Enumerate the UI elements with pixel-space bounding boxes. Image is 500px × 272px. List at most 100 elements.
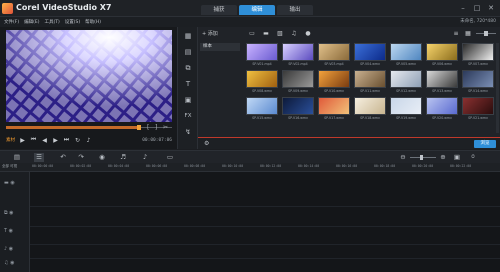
media-thumbnail[interactable]: SP-V17.wmv (317, 97, 351, 122)
media-thumbnail[interactable]: SP-V04.wmv (353, 43, 387, 68)
workspace-tabs: 捕获 编辑 输出 (201, 5, 313, 15)
media-thumbnail[interactable]: SP-V09.wmv (281, 70, 315, 95)
end-icon[interactable]: ⏭ (63, 136, 70, 144)
show-photo-icon[interactable]: ▧ (276, 30, 284, 37)
previous-frame-icon[interactable]: ◀ (41, 137, 48, 144)
media-thumbnail[interactable]: SP-V11.wmv (353, 70, 387, 95)
overlay-track-icon[interactable]: ⧉ ◉ (4, 210, 26, 220)
media-thumbnail[interactable]: SP-V03.mp4 (317, 43, 351, 68)
playback-controls: 素材 ▶ ⏮ ◀ ▶ ⏭ ↻ ♪ 00:00:07:06 (6, 135, 172, 145)
all-tracks-label: 全部 可视 (2, 164, 18, 168)
import-folder-icon[interactable]: ▭ (248, 30, 256, 37)
show-video-icon[interactable]: ▬ (262, 30, 270, 37)
storyboard-view-icon[interactable]: ▤ (12, 153, 22, 162)
play-icon[interactable]: ▶ (19, 137, 26, 144)
timeline-zoom-knob[interactable] (420, 155, 423, 160)
media-thumbnail[interactable]: SP-V18.wmv (353, 97, 387, 122)
sound-mixer-icon[interactable]: ♬ (118, 153, 128, 162)
media-thumbnail[interactable]: SP-V15.wmv (245, 97, 279, 122)
library-category-strip: ▦ ▤ ⧉ T ▣ FX ↯ (178, 27, 198, 149)
thumbnail-label: SP-V10.wmv (324, 89, 344, 93)
timeline-view-icon[interactable]: ☰ (34, 153, 44, 162)
subtitle-icon[interactable]: ▭ (165, 153, 175, 162)
project-size: 未命名, 720*480 (460, 19, 496, 24)
redo-icon[interactable]: ↷ (76, 153, 86, 162)
media-thumbnail[interactable]: SP-V21.wmv (461, 97, 495, 122)
ruler-tick-label: 00:00:12:00 (260, 164, 282, 168)
thumbnail-label: SP-V19.wmv (396, 116, 416, 120)
maximize-icon[interactable]: □ (472, 3, 482, 13)
media-thumbnail[interactable]: SP-V08.wmv (245, 70, 279, 95)
media-thumbnail[interactable]: SP-V07.wmv (461, 43, 495, 68)
zoom-in-icon[interactable]: ⊕ (438, 153, 448, 162)
menu-tools[interactable]: 工具(T) (44, 19, 59, 25)
path-icon[interactable]: ↯ (183, 127, 193, 137)
timeline-zoom-slider[interactable] (410, 157, 436, 158)
thumbnail-image (426, 70, 458, 88)
title-track-icon[interactable]: T ◉ (4, 228, 26, 238)
add-folder-button[interactable]: + 添加 (202, 30, 218, 37)
media-icon[interactable]: ▦ (183, 31, 193, 41)
timeline-ruler[interactable]: 00:00:00:00 00:00:02:00 00:00:04:00 00:00:0… (0, 163, 500, 172)
media-thumbnail[interactable]: SP-V01.mp4 (245, 43, 279, 68)
list-view-icon[interactable]: ≡ (452, 30, 460, 37)
transition-icon[interactable]: ⧉ (183, 63, 193, 73)
graphics-icon[interactable]: ▣ (183, 95, 193, 105)
media-thumbnail[interactable]: SP-V06.wmv (425, 43, 459, 68)
thumbnail-zoom-knob[interactable] (484, 31, 488, 36)
media-thumbnail[interactable]: SP-V10.wmv (317, 70, 351, 95)
menu-edit[interactable]: 编辑(E) (24, 19, 39, 25)
mark-in-icon[interactable]: [ (147, 124, 149, 131)
thumbnail-view-icon[interactable]: ▦ (464, 30, 472, 37)
mark-out-icon[interactable]: ] (155, 124, 157, 131)
media-thumbnail[interactable]: SP-V13.wmv (425, 70, 459, 95)
minimize-icon[interactable]: – (458, 3, 468, 13)
media-thumbnail[interactable]: SP-V16.wmv (281, 97, 315, 122)
music-track-icon[interactable]: ♫ ◉ (4, 260, 26, 270)
thumbnail-grid: SP-V01.mp4 SP-V02.mp4 SP-V03.mp4 SP-V04.wmv… (245, 43, 495, 122)
media-thumbnail[interactable]: SP-V12.wmv (389, 70, 423, 95)
scrub-handle[interactable] (136, 125, 141, 130)
menu-settings[interactable]: 设置(S) (65, 19, 80, 25)
close-icon[interactable]: ✕ (486, 3, 496, 13)
undo-icon[interactable]: ↶ (58, 153, 68, 162)
media-thumbnail[interactable]: SP-V05.wmv (389, 43, 423, 68)
fx-icon[interactable]: FX (183, 111, 193, 121)
title-icon[interactable]: T (183, 79, 193, 89)
menu-file[interactable]: 文件(F) (4, 19, 19, 25)
home-icon[interactable]: ⏮ (30, 136, 37, 144)
record-icon[interactable]: ● (304, 30, 312, 37)
instant-project-icon[interactable]: ▤ (183, 47, 193, 57)
repeat-icon[interactable]: ↻ (74, 137, 81, 144)
timeline-tracks[interactable] (0, 172, 500, 272)
media-thumbnail[interactable]: SP-V02.mp4 (281, 43, 315, 68)
show-audio-icon[interactable]: ♫ (290, 30, 298, 37)
browse-button[interactable]: 浏览 (474, 140, 496, 148)
timecode[interactable]: 00:00:07:06 (142, 138, 172, 143)
zoom-out-icon[interactable]: ⊖ (398, 153, 408, 162)
add-label: 添加 (207, 31, 218, 37)
volume-icon[interactable]: ♪ (85, 137, 92, 144)
next-frame-icon[interactable]: ▶ (52, 137, 59, 144)
tab-edit[interactable]: 编辑 (239, 5, 275, 15)
thumbnail-label: SP-V05.wmv (396, 62, 416, 66)
library-scrollbar[interactable] (496, 43, 499, 133)
options-icon[interactable]: ⚙ (204, 140, 209, 147)
tab-capture[interactable]: 捕获 (201, 5, 237, 15)
voice-track-icon[interactable]: ♪ ◉ (4, 246, 26, 256)
menu-help[interactable]: 帮助(H) (85, 19, 101, 25)
thumbnail-label: SP-V11.wmv (360, 89, 380, 93)
thumbnail-image (318, 43, 350, 61)
media-thumbnail[interactable]: SP-V20.wmv (425, 97, 459, 122)
media-thumbnail[interactable]: SP-V19.wmv (389, 97, 423, 122)
library-folder-sample[interactable]: 样本 (200, 43, 240, 51)
media-thumbnail[interactable]: SP-V14.wmv (461, 70, 495, 95)
fit-project-icon[interactable]: ▣ (452, 153, 462, 162)
track-divider (30, 258, 500, 259)
video-track-icon[interactable]: ▬ ◉ (4, 180, 26, 190)
split-icon[interactable]: ✂ (163, 124, 168, 131)
tab-share[interactable]: 输出 (277, 5, 313, 15)
clip-mode-label[interactable]: 素材 (6, 137, 15, 143)
record-capture-icon[interactable]: ◉ (97, 153, 107, 162)
auto-music-icon[interactable]: ♪ (140, 153, 150, 162)
